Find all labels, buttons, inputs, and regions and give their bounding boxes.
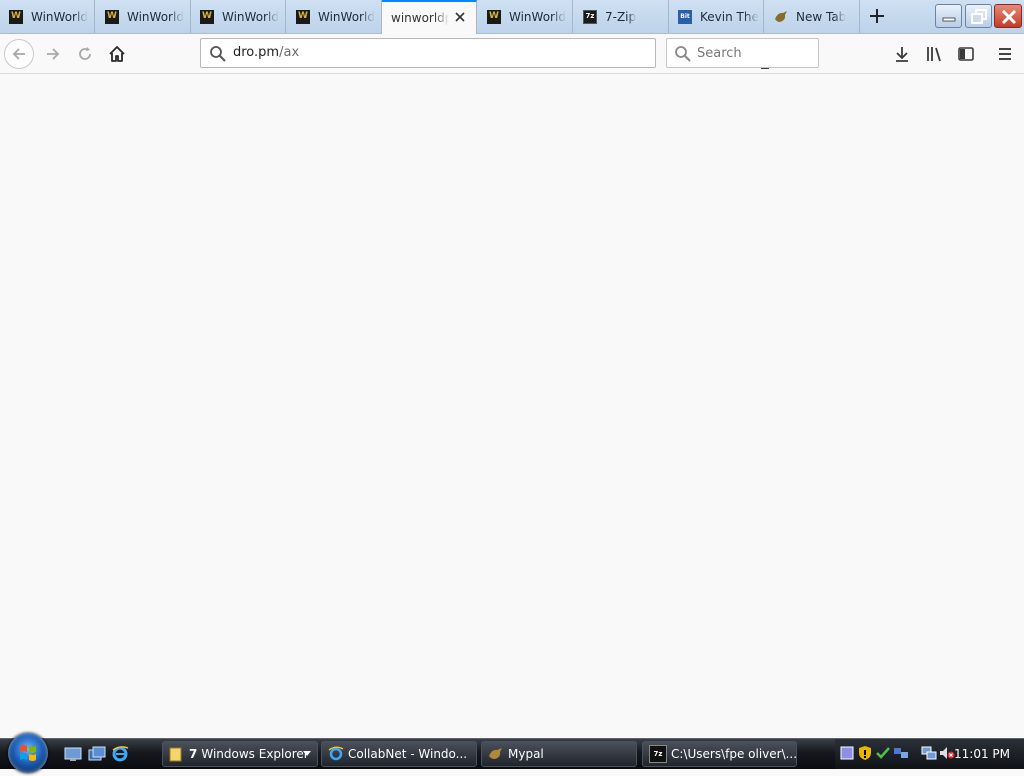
reload-icon: [79, 47, 91, 60]
clock[interactable]: 11:01 PM: [954, 739, 1010, 769]
minimize-button[interactable]: [935, 4, 962, 28]
url-bar[interactable]: dro.pm/ax: [200, 38, 769, 69]
search-icon: [209, 45, 227, 66]
7zip-logo-icon: 7z: [583, 9, 597, 24]
winworld-logo-icon: W: [200, 9, 214, 24]
sidebar-button[interactable]: [951, 39, 981, 69]
taskbar-label: C:\Users\fpe oliver\...: [671, 747, 797, 761]
tab-label: WinWorld: [318, 9, 375, 24]
chevron-down-icon: [303, 751, 311, 756]
taskbar-windows-explorer[interactable]: 7 Windows Explorer: [162, 741, 318, 767]
taskbar-label: CollabNet - Windo...: [348, 747, 468, 761]
forward-button[interactable]: [38, 39, 68, 69]
menu-button[interactable]: [990, 39, 1020, 69]
windows-logo-icon: [20, 745, 36, 761]
tab-label: WinWorld: [222, 9, 279, 24]
checkmark-icon[interactable]: [875, 745, 891, 761]
back-button[interactable]: [4, 39, 34, 69]
taskbar-group-count: 7: [189, 747, 198, 761]
windows-taskbar: 7 Windows Explorer CollabNet - Windo... …: [0, 733, 1024, 773]
tab-label: winworldpc: [391, 11, 449, 25]
tab-label: WinWorld: [127, 9, 184, 24]
taskbar-7zip-window[interactable]: 7z C:\Users\fpe oliver\...: [642, 741, 797, 767]
winworld-logo-icon: W: [296, 9, 310, 24]
tab-strip: W WinWorld W WinWorld W WinWorld W WinWo…: [0, 0, 1024, 34]
forward-arrow-icon: [47, 48, 60, 60]
network-app-icon[interactable]: [893, 745, 909, 761]
volume-muted-icon[interactable]: [939, 745, 955, 761]
tab-winworld-1[interactable]: W WinWorld: [0, 0, 95, 33]
start-button[interactable]: [8, 733, 48, 773]
back-arrow-icon: [12, 48, 25, 60]
tab-label: WinWorld: [31, 9, 88, 24]
new-tab-button[interactable]: [864, 4, 890, 28]
tab-label: New Tab: [796, 9, 847, 24]
notification-area: 11:01 PM: [835, 739, 1024, 769]
tab-label: 7-Zip: [605, 9, 637, 24]
taskbar-mypal[interactable]: Mypal: [481, 741, 637, 767]
tray-app-icon[interactable]: [839, 745, 855, 761]
close-window-button[interactable]: [994, 4, 1022, 28]
url-path: /ax: [279, 45, 300, 60]
winworld-logo-icon: W: [487, 9, 501, 24]
tab-winworld-4[interactable]: W WinWorld: [287, 0, 382, 33]
reload-button[interactable]: [70, 39, 100, 69]
bit-logo-icon: Bit: [678, 9, 692, 24]
folder-icon: [169, 746, 185, 762]
tab-winworld-5[interactable]: W WinWorld: [478, 0, 573, 33]
navigation-toolbar: dro.pm/ax: [0, 34, 1024, 74]
switch-windows-icon[interactable]: [88, 745, 106, 763]
tab-winworld-3[interactable]: W WinWorld: [191, 0, 286, 33]
tab-winworld-2[interactable]: W WinWorld: [96, 0, 191, 33]
mypal-icon: [488, 746, 504, 762]
tab-label: WinWorld: [509, 9, 566, 24]
7zip-logo-icon: 7z: [649, 745, 667, 763]
internet-explorer-icon: [328, 746, 344, 762]
tab-new-tab[interactable]: New Tab: [765, 0, 860, 33]
internet-explorer-icon[interactable]: [111, 745, 129, 763]
tab-kevin[interactable]: Bit Kevin The: [669, 0, 764, 33]
tab-winworldpc-active[interactable]: winworldpc: [382, 0, 477, 34]
tab-label: Kevin The: [700, 9, 759, 24]
search-icon: [674, 45, 692, 66]
search-input[interactable]: [697, 39, 815, 67]
url-text[interactable]: dro.pm/ax: [233, 39, 299, 67]
search-bar[interactable]: [666, 38, 819, 68]
shield-icon[interactable]: [857, 745, 873, 761]
taskbar-label: Mypal: [508, 747, 544, 761]
hamburger-menu-icon: [999, 48, 1011, 60]
restore-button[interactable]: [965, 4, 992, 28]
close-tab-icon[interactable]: [453, 10, 467, 24]
winworld-logo-icon: W: [9, 9, 23, 24]
downloads-button[interactable]: [887, 39, 917, 69]
page-content-blank: [0, 74, 1024, 738]
tab-7zip[interactable]: 7z 7-Zip: [574, 0, 669, 33]
library-button[interactable]: [919, 39, 949, 69]
home-button[interactable]: [102, 39, 132, 69]
taskbar-collabnet[interactable]: CollabNet - Windo...: [321, 741, 477, 767]
fox-icon: [774, 10, 788, 24]
library-icon: [927, 47, 941, 62]
network-icon[interactable]: [921, 745, 937, 761]
sidebar-icon: [958, 47, 974, 61]
taskbar-label: Windows Explorer: [201, 747, 309, 761]
winworld-logo-icon: W: [105, 9, 119, 24]
home-icon: [109, 46, 125, 62]
show-desktop-icon[interactable]: [64, 745, 82, 763]
download-arrow-icon: [896, 47, 908, 62]
url-host: dro.pm: [233, 45, 280, 60]
